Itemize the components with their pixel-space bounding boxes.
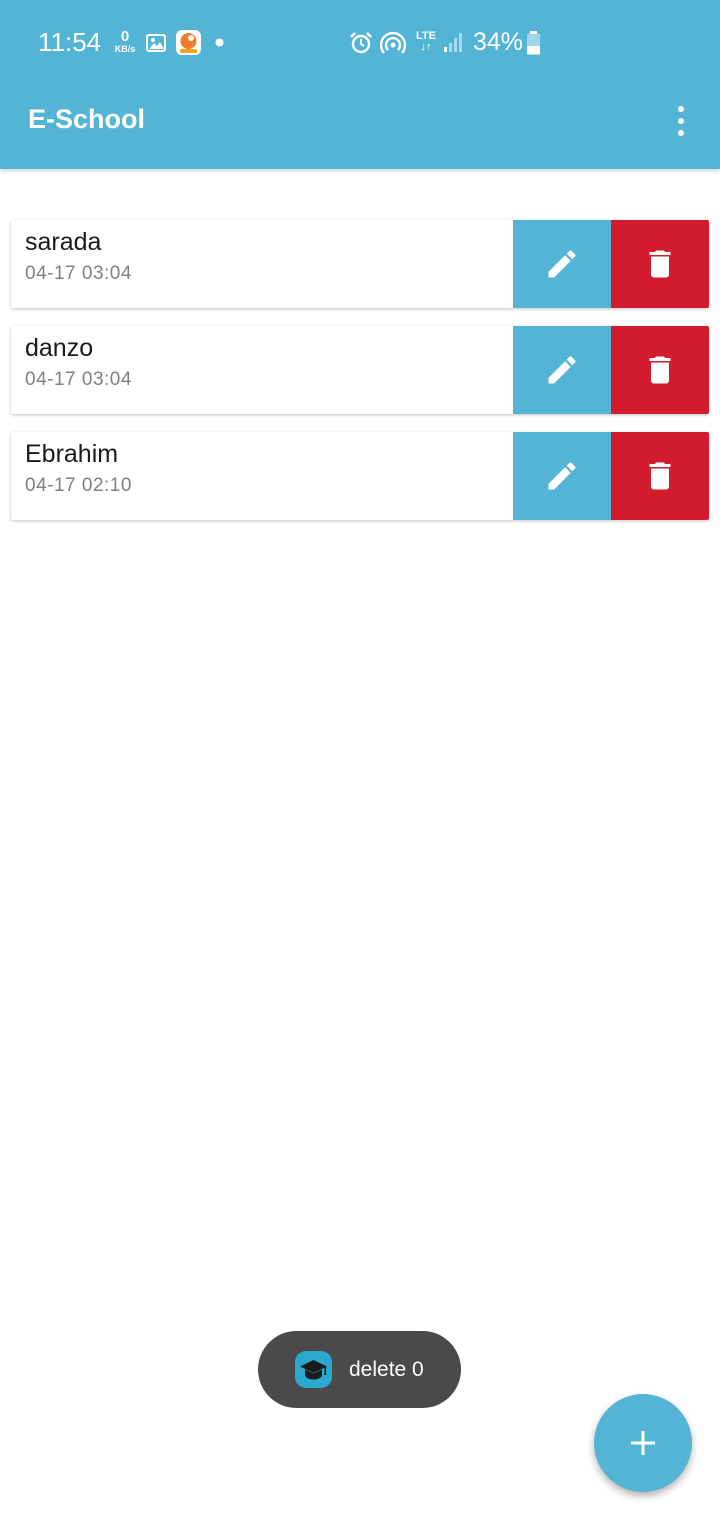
add-student-button[interactable]	[594, 1394, 692, 1492]
student-name: danzo	[25, 334, 94, 362]
status-bar: 11:54 0 KB/s LTE ↓↑ 34%	[0, 0, 720, 86]
network-type: LTE	[416, 30, 436, 42]
delete-button[interactable]	[611, 326, 709, 414]
plus-icon	[631, 1431, 655, 1455]
student-row[interactable]: Ebrahim 04-17 02:10	[11, 432, 709, 520]
student-name: sarada	[25, 228, 102, 256]
edit-button[interactable]	[513, 326, 611, 414]
battery-icon	[527, 31, 540, 55]
battery-percent: 34%	[473, 28, 524, 56]
net-speed-value: 0	[120, 28, 130, 45]
gallery-icon	[146, 34, 166, 52]
hotspot-icon	[380, 31, 406, 54]
student-time: 04-17 02:10	[25, 475, 132, 496]
more-vert-icon	[678, 106, 684, 112]
lte-data-icon: LTE ↓↑	[416, 30, 436, 53]
student-time: 04-17 03:04	[25, 369, 132, 390]
app-notification-icon	[176, 30, 201, 55]
student-row[interactable]: danzo 04-17 03:04	[11, 326, 709, 414]
more-options-button[interactable]	[664, 100, 698, 142]
graduation-cap-icon	[295, 1351, 332, 1388]
status-time: 11:54	[38, 27, 102, 57]
app-title: E-School	[28, 104, 146, 134]
trash-icon	[649, 462, 671, 490]
delete-button[interactable]	[611, 220, 709, 308]
toast-message: delete 0	[349, 1358, 424, 1381]
dot-icon	[215, 38, 224, 47]
trash-icon	[649, 250, 671, 278]
edit-button[interactable]	[513, 220, 611, 308]
pencil-icon	[548, 462, 576, 490]
net-speed: 0 KB/s	[110, 29, 140, 54]
pencil-icon	[548, 356, 576, 384]
alarm-icon	[350, 32, 372, 54]
app-header: 11:54 0 KB/s LTE ↓↑ 34% E-School	[0, 0, 720, 169]
pencil-icon	[548, 250, 576, 278]
trash-icon	[649, 356, 671, 384]
signal-icon	[444, 33, 462, 52]
net-speed-unit: KB/s	[114, 44, 136, 54]
student-time: 04-17 03:04	[25, 263, 132, 284]
edit-button[interactable]	[513, 432, 611, 520]
delete-button[interactable]	[611, 432, 709, 520]
student-name: Ebrahim	[25, 440, 119, 468]
student-row[interactable]: sarada 04-17 03:04	[11, 220, 709, 308]
toast: delete 0	[258, 1331, 461, 1408]
